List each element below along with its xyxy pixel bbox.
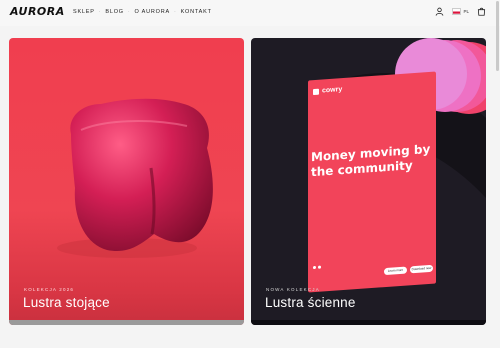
card-tag: NOWA KOLEKCJA bbox=[266, 287, 320, 292]
header-actions: PL bbox=[435, 7, 486, 16]
poster-brand: cowry bbox=[322, 86, 343, 95]
card-footer-strip bbox=[9, 320, 244, 325]
poster-dots bbox=[313, 265, 321, 270]
poster-download-button: Download now bbox=[410, 264, 433, 274]
aurora-logo[interactable]: AURORA bbox=[10, 5, 65, 18]
product-card-lustra-scienne[interactable]: cowry Money moving by the community Lear… bbox=[251, 38, 486, 325]
poster-headline: Money moving by the community bbox=[311, 141, 431, 180]
nav-separator: · bbox=[98, 9, 102, 15]
card-tag: KOLEKCJA 2026 bbox=[24, 287, 75, 292]
language-switcher[interactable]: PL bbox=[452, 8, 469, 15]
nav-item-blog[interactable]: BLOG bbox=[105, 9, 123, 15]
poster-learn-more-button: Learn more bbox=[384, 266, 407, 276]
cowry-logo: cowry bbox=[313, 86, 342, 95]
page-scrollbar[interactable] bbox=[496, 1, 499, 71]
nav-separator: · bbox=[173, 9, 177, 15]
cowry-mark-icon bbox=[313, 88, 319, 95]
main-nav: SKLEP · BLOG · O AURORA · KONTAKT bbox=[73, 9, 212, 15]
site-header: AURORA SKLEP · BLOG · O AURORA · KONTAKT… bbox=[0, 0, 500, 26]
cart-icon[interactable] bbox=[477, 7, 486, 16]
nav-item-sklep[interactable]: SKLEP bbox=[73, 9, 95, 15]
language-code: PL bbox=[463, 9, 469, 14]
nav-item-o-aurora[interactable]: O AURORA bbox=[135, 9, 170, 15]
user-icon[interactable] bbox=[435, 7, 444, 16]
cowry-poster: cowry Money moving by the community Lear… bbox=[308, 71, 436, 293]
nav-item-kontakt[interactable]: KONTAKT bbox=[181, 9, 212, 15]
card-footer-strip bbox=[251, 320, 486, 325]
nav-separator: · bbox=[127, 9, 131, 15]
card-title: Lustra ścienne bbox=[265, 295, 356, 310]
card-title: Lustra stojące bbox=[23, 295, 110, 310]
heart-object-icon bbox=[57, 98, 213, 258]
flag-pl-icon bbox=[452, 8, 462, 15]
product-card-lustra-stojace[interactable]: KOLEKCJA 2026 Lustra stojące bbox=[9, 38, 244, 325]
